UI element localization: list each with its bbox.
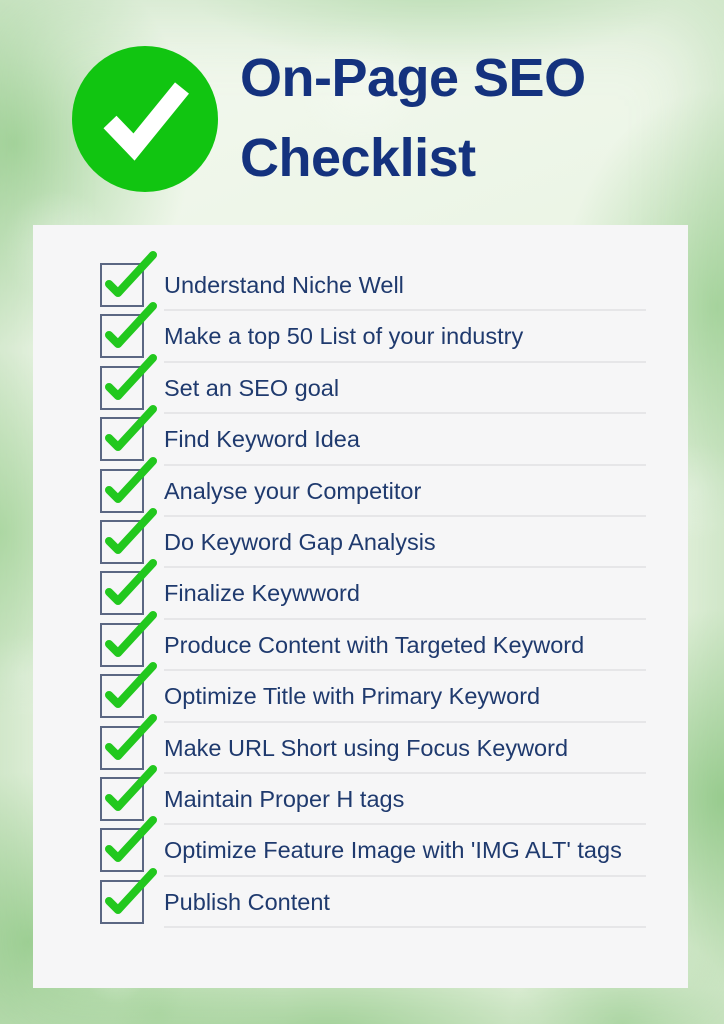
checklist-card: Understand Niche Well Make a top 50 List … (33, 225, 688, 988)
checklist-item-label: Do Keyword Gap Analysis (164, 528, 436, 555)
checkmark-icon (105, 816, 157, 863)
checklist-row[interactable]: Publish Content (100, 867, 680, 929)
checkmark-icon (105, 456, 157, 503)
poster-header: On-Page SEO Checklist (0, 0, 724, 218)
checkbox[interactable] (100, 507, 157, 564)
checklist-row[interactable]: Understand Niche Well (100, 251, 680, 312)
checkmark-icon (105, 610, 157, 657)
checklist-row[interactable]: Make a top 50 List of your industry (100, 302, 680, 363)
checklist-row[interactable]: Set an SEO goal (100, 353, 680, 415)
checklist-item-label: Maintain Proper H tags (164, 785, 405, 812)
checkbox[interactable] (100, 610, 157, 667)
checklist-item-label: Publish Content (164, 888, 330, 915)
checklist-row[interactable]: Do Keyword Gap Analysis (100, 507, 680, 569)
checklist-item-label: Optimize Title with Primary Keyword (164, 683, 541, 710)
checklist-item-label: Produce Content with Targeted Keyword (164, 631, 585, 658)
checklist-item-label: Make URL Short using Focus Keyword (164, 734, 569, 761)
checklist-item-label: Understand Niche Well (164, 272, 404, 298)
checkmark-icon (105, 559, 157, 606)
checklist-item-label: Optimize Feature Image with 'IMG ALT' ta… (164, 837, 622, 864)
checkmark-icon (105, 662, 157, 709)
checklist-row[interactable]: Make URL Short using Focus Keyword (100, 713, 680, 774)
checklist-row[interactable]: Finalize Keywword (100, 559, 680, 620)
checkbox[interactable] (100, 559, 157, 616)
checkbox[interactable] (100, 251, 157, 307)
checkbox[interactable] (100, 713, 157, 770)
checklist-row[interactable]: Analyse your Competitor (100, 456, 680, 517)
checkmark-icon (105, 764, 157, 811)
checkbox[interactable] (100, 867, 157, 924)
checkbox[interactable] (100, 764, 157, 821)
checkmark-icon (105, 405, 157, 452)
checkmark-icon (105, 507, 157, 554)
row-divider (164, 926, 646, 929)
page-title-line-2: Checklist (240, 128, 476, 188)
checklist-row[interactable]: Find Keyword Idea (100, 405, 680, 466)
checkmark-icon (105, 302, 157, 349)
checklist-item-label: Finalize Keywword (164, 580, 360, 607)
checklist-item-label: Set an SEO goal (164, 374, 340, 401)
checkbox[interactable] (100, 662, 157, 719)
checklist-row[interactable]: Maintain Proper H tags (100, 764, 680, 826)
checklist-item-label: Make a top 50 List of your industry (164, 323, 524, 350)
checkbox[interactable] (100, 302, 157, 359)
checklist-row[interactable]: Optimize Title with Primary Keyword (100, 662, 680, 723)
checkmark-icon (105, 713, 157, 760)
checkbox[interactable] (100, 353, 157, 410)
checkmark-icon (105, 251, 157, 297)
checkmark-icon (105, 353, 157, 400)
checkbox[interactable] (100, 816, 157, 873)
checkbox[interactable] (100, 456, 157, 513)
check-circle-icon (72, 46, 218, 192)
checklist-item-label: Analyse your Competitor (164, 477, 422, 504)
checklist: Understand Niche Well Make a top 50 List … (100, 251, 680, 929)
checklist-row[interactable]: Optimize Feature Image with 'IMG ALT' ta… (100, 816, 680, 877)
checkbox[interactable] (100, 405, 157, 462)
checkmark-icon (105, 867, 157, 914)
checklist-item-label: Find Keyword Idea (164, 426, 360, 453)
page-title-line-1: On-Page SEO (240, 48, 586, 108)
checklist-row[interactable]: Produce Content with Targeted Keyword (100, 610, 680, 672)
page-title: On-Page SEO Checklist (240, 38, 710, 198)
